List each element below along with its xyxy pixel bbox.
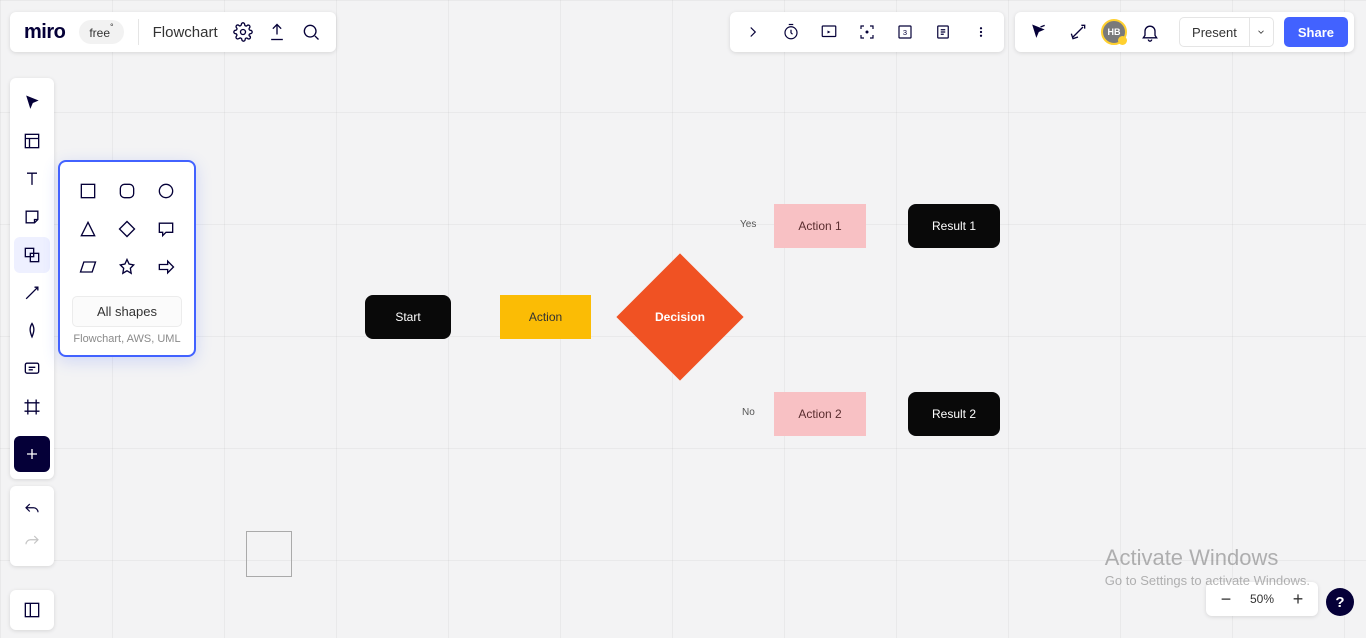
open-panel-button[interactable]	[10, 590, 54, 630]
undo-button[interactable]	[14, 494, 50, 526]
search-icon[interactable]	[294, 15, 328, 49]
node-decision[interactable]: Decision	[635, 272, 725, 362]
frames-icon[interactable]: 3	[888, 15, 922, 49]
edge-label-yes: Yes	[740, 219, 756, 230]
redo-button[interactable]	[14, 526, 50, 558]
chevron-down-icon[interactable]	[1249, 18, 1273, 46]
help-button[interactable]: ?	[1326, 588, 1354, 616]
tool-comment[interactable]	[14, 351, 50, 387]
tool-more[interactable]	[14, 436, 50, 472]
tool-pen[interactable]	[14, 313, 50, 349]
left-toolbar	[10, 78, 54, 479]
presentation-icon[interactable]	[812, 15, 846, 49]
edge-label-no: No	[742, 407, 755, 418]
topbar-right: HB Present Share	[1015, 12, 1354, 52]
cursor-tracking-icon[interactable]	[1021, 15, 1055, 49]
all-shapes-button[interactable]: All shapes	[72, 296, 182, 327]
shape-star[interactable]	[113, 256, 140, 278]
undo-redo-panel	[10, 486, 54, 566]
timer-icon[interactable]	[774, 15, 808, 49]
tool-sticky[interactable]	[14, 199, 50, 235]
board-name[interactable]: Flowchart	[145, 24, 226, 41]
notes-icon[interactable]	[926, 15, 960, 49]
shape-arrow-right[interactable]	[153, 256, 180, 278]
tool-shapes[interactable]	[14, 237, 50, 273]
topbar-center: 3	[730, 12, 1004, 52]
tool-frame[interactable]	[14, 389, 50, 425]
settings-icon[interactable]	[226, 15, 260, 49]
zoom-out-button[interactable]: −	[1212, 585, 1240, 613]
collapse-icon[interactable]	[736, 15, 770, 49]
reactions-icon[interactable]	[1061, 15, 1095, 49]
node-action2[interactable]: Action 2	[774, 392, 866, 436]
shape-grid	[68, 176, 186, 288]
shape-speech-bubble[interactable]	[153, 218, 180, 240]
zoom-percent[interactable]: 50%	[1246, 592, 1278, 606]
shapes-subtitle: Flowchart, AWS, UML	[68, 333, 186, 345]
node-action[interactable]: Action	[500, 295, 591, 339]
topbar-left: miro free° Flowchart	[10, 12, 336, 52]
share-button[interactable]: Share	[1284, 17, 1348, 47]
notifications-icon[interactable]	[1133, 15, 1167, 49]
tool-templates[interactable]	[14, 123, 50, 159]
logo[interactable]: miro	[18, 21, 71, 44]
shape-circle[interactable]	[153, 180, 180, 202]
avatar[interactable]: HB	[1101, 19, 1127, 45]
more-icon[interactable]	[964, 15, 998, 49]
zoom-in-button[interactable]: +	[1284, 585, 1312, 613]
shape-parallelogram[interactable]	[74, 256, 101, 278]
svg-text:3: 3	[903, 28, 907, 37]
tool-connector[interactable]	[14, 275, 50, 311]
node-start[interactable]: Start	[365, 295, 451, 339]
drawing-shape-preview[interactable]	[246, 531, 292, 577]
focus-icon[interactable]	[850, 15, 884, 49]
tool-select[interactable]	[14, 85, 50, 121]
plan-pill[interactable]: free°	[79, 20, 123, 44]
tool-text[interactable]	[14, 161, 50, 197]
present-button[interactable]: Present	[1179, 17, 1274, 47]
node-result1[interactable]: Result 1	[908, 204, 1000, 248]
export-icon[interactable]	[260, 15, 294, 49]
node-result2[interactable]: Result 2	[908, 392, 1000, 436]
shapes-popover: All shapes Flowchart, AWS, UML	[58, 160, 196, 357]
shape-rounded-rectangle[interactable]	[113, 180, 140, 202]
zoom-control: − 50% +	[1206, 582, 1318, 616]
shape-diamond[interactable]	[113, 218, 140, 240]
shape-triangle[interactable]	[74, 218, 101, 240]
node-action1[interactable]: Action 1	[774, 204, 866, 248]
shape-square[interactable]	[74, 180, 101, 202]
